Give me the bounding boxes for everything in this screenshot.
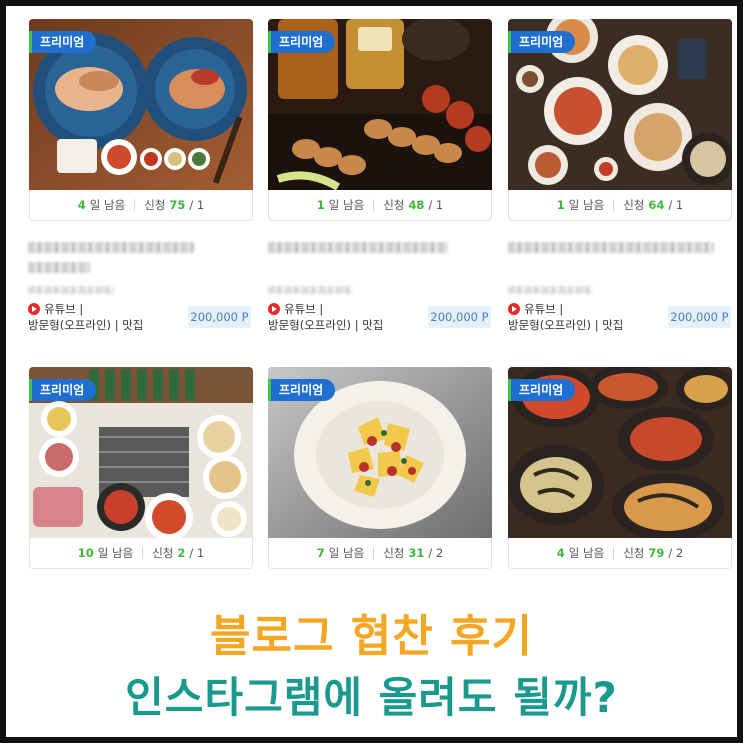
campaign-photo-grilled-pork[interactable]: 프리미엄: [29, 19, 253, 190]
campaign-stats: 1 일 남음 신청 48 / 1: [268, 190, 492, 221]
campaign-photo-pasta[interactable]: 프리미엄: [268, 367, 492, 538]
headline-title: 블로그 협찬 후기: [210, 611, 533, 662]
applied-count: 2: [177, 546, 186, 560]
stats-divider: [134, 199, 136, 211]
applied-count: 48: [408, 198, 425, 212]
apply-label: 신청: [383, 198, 405, 212]
apply-label: 신청: [623, 546, 645, 560]
premium-badge: 프리미엄: [268, 31, 336, 53]
campaign-photo-table-spread[interactable]: 프리미엄: [508, 19, 732, 190]
youtube-icon: [28, 302, 40, 315]
campaign-stats: 1 일 남음 신청 64 / 1: [508, 190, 732, 221]
campaign-card-4[interactable]: 프리미엄 10 일 남음 신청 2 / 1: [29, 367, 253, 569]
campaign-stats: 7 일 남음 신청 31 / 2: [268, 538, 492, 569]
premium-badge: 프리미엄: [508, 379, 576, 401]
stats-divider: [373, 199, 375, 211]
applied-count: 79: [648, 546, 665, 560]
campaign-stats: 10 일 남음 신청 2 / 1: [29, 538, 253, 569]
campaign-card-2[interactable]: 프리미엄 1 일 남음 신청 48 / 1: [268, 19, 492, 221]
applied-count: 31: [408, 546, 425, 560]
premium-badge: 프리미엄: [29, 31, 97, 53]
campaign-card-6[interactable]: 프리미엄 4 일 남음 신청 79 / 2: [508, 367, 732, 569]
days-left-label: 일 남음: [97, 546, 134, 560]
youtube-icon: [268, 302, 280, 315]
days-left-value: 1: [556, 198, 565, 212]
slot-count: / 2: [668, 546, 684, 560]
campaign-card-1[interactable]: 프리미엄 4 일 남음 신청 75 / 1: [29, 19, 253, 221]
days-left-value: 10: [77, 546, 94, 560]
campaign-card-5[interactable]: 프리미엄 7 일 남음 신청 31 / 2: [268, 367, 492, 569]
blurred-title: [508, 242, 714, 253]
campaign-photo-yakitori[interactable]: 프리미엄: [268, 19, 492, 190]
premium-badge: 프리미엄: [29, 379, 97, 401]
campaign-stats: 4 일 남음 신청 75 / 1: [29, 190, 253, 221]
headline-subtitle: 인스타그램에 올려도 될까?: [125, 673, 618, 722]
stats-divider: [142, 547, 144, 559]
days-left-label: 일 남음: [328, 198, 365, 212]
slot-count: / 2: [428, 546, 444, 560]
campaign-photo-bbq-feast[interactable]: 프리미엄: [29, 367, 253, 538]
reward-price: 200,000 P: [428, 306, 491, 328]
apply-label: 신청: [623, 198, 645, 212]
premium-badge: 프리미엄: [508, 31, 576, 53]
days-left-label: 일 남음: [328, 546, 365, 560]
slot-count: / 1: [189, 546, 205, 560]
days-left-value: 1: [316, 198, 325, 212]
blurred-subtitle: [268, 286, 352, 294]
slot-count: / 1: [668, 198, 684, 212]
days-left-label: 일 남음: [568, 546, 605, 560]
days-left-label: 일 남음: [89, 198, 126, 212]
apply-label: 신청: [383, 546, 405, 560]
days-left-value: 4: [77, 198, 86, 212]
premium-badge: 프리미엄: [268, 379, 336, 401]
applied-count: 64: [648, 198, 665, 212]
blurred-title: [28, 242, 194, 253]
applied-count: 75: [169, 198, 186, 212]
reward-price: 200,000 P: [188, 306, 251, 328]
platform-label: 유튜브 |: [524, 301, 564, 316]
apply-label: 신청: [152, 546, 174, 560]
reward-price: 200,000 P: [668, 306, 731, 328]
days-left-value: 7: [316, 546, 325, 560]
slot-count: / 1: [189, 198, 205, 212]
campaign-card-3[interactable]: 프리미엄 1 일 남음 신청 64 / 1: [508, 19, 732, 221]
blurred-subtitle: [28, 286, 114, 294]
days-left-label: 일 남음: [568, 198, 605, 212]
campaign-stats: 4 일 남음 신청 79 / 2: [508, 538, 732, 569]
blurred-title: [268, 242, 448, 253]
days-left-value: 4: [556, 546, 565, 560]
youtube-icon: [508, 302, 520, 315]
stats-divider: [613, 199, 615, 211]
campaign-photo-stone-pots[interactable]: 프리미엄: [508, 367, 732, 538]
platform-label: 유튜브 |: [284, 301, 324, 316]
platform-label: 유튜브 |: [44, 301, 84, 316]
stats-divider: [373, 547, 375, 559]
blurred-title: [28, 262, 90, 273]
stats-divider: [613, 547, 615, 559]
blurred-subtitle: [508, 286, 592, 294]
slot-count: / 1: [428, 198, 444, 212]
apply-label: 신청: [144, 198, 166, 212]
